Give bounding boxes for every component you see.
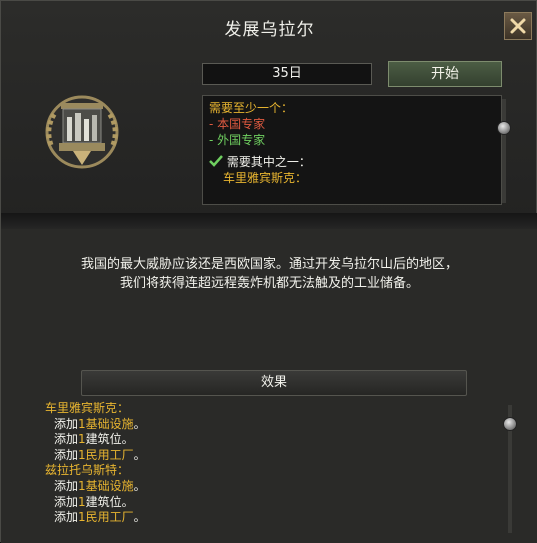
window-title: 发展乌拉尔 [224, 20, 315, 40]
effects-header: 效果 [81, 370, 467, 396]
requirements-scrollbar-track[interactable] [502, 99, 506, 203]
requirement-state: 车里雅宾斯克： [223, 171, 308, 185]
description-text: 我国的最大威胁应该还是西欧国家。通过开发乌拉尔山后的地区， 我们将获得连超远程轰… [21, 255, 518, 293]
effect-line: 添加1基础设施。 [54, 416, 146, 431]
decision-window: 发展乌拉尔 35日 开始 需要至少一个： - 本国专家 - 外国专家 需要其中之… [0, 0, 537, 543]
check-icon [209, 155, 223, 167]
requirements-scroll-knob[interactable] [497, 121, 511, 135]
close-button[interactable] [504, 12, 532, 40]
requirement-one-of-label: 需要其中之一： [226, 155, 311, 169]
duration-field: 35日 [202, 63, 372, 85]
requirements-panel: 需要至少一个： - 本国专家 - 外国专家 需要其中之一： 车里雅宾斯克： [202, 95, 502, 205]
section-divider [1, 213, 537, 229]
effect-line: 添加1基础设施。 [54, 478, 146, 493]
close-icon [510, 18, 526, 34]
effect-line: 添加1民用工厂。 [54, 447, 146, 462]
requirement-one-of-row: 需要其中之一： [209, 154, 311, 170]
effect-state-1: 兹拉托乌斯特： [45, 463, 130, 478]
effects-list: 车里雅宾斯克： 添加1基础设施。 添加1建筑位。 添加1民用工厂。 兹拉托乌斯特： 添加1… [45, 401, 146, 526]
description-line-2: 我们将获得连超远程轰炸机都无法触及的工业储备。 [119, 276, 419, 291]
effect-line: 添加1民用工厂。 [54, 510, 146, 525]
requirement-foreign-expert: - 外国专家 [209, 133, 266, 147]
effect-state-0: 车里雅宾斯克： [45, 401, 130, 415]
effects-scroll-knob[interactable] [503, 417, 517, 431]
effect-line: 添加1建筑位。 [54, 432, 134, 447]
requirement-heading: 需要至少一个： [209, 101, 294, 115]
description-line-1: 我国的最大威胁应该还是西欧国家。通过开发乌拉尔山后的地区， [80, 257, 458, 272]
effect-line: 添加1建筑位。 [54, 494, 134, 509]
start-button[interactable]: 开始 [388, 61, 502, 87]
factory-emblem-icon [45, 95, 119, 169]
requirement-domestic-expert: - 本国专家 [209, 117, 266, 131]
